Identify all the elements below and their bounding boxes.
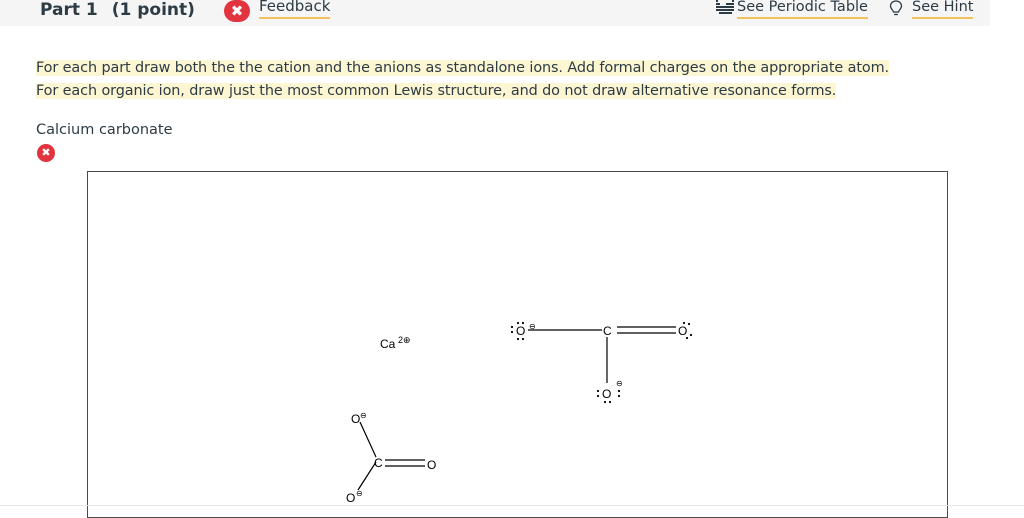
x-circle-icon: ✖ — [37, 144, 55, 162]
divider — [0, 505, 1024, 506]
lightbulb-icon — [889, 0, 903, 16]
points-label: (1 point) — [111, 0, 195, 20]
drawing-canvas[interactable]: Ca 2⊕ O ⊖ C O O ⊖ O ⊖ C O O ⊖ — [87, 171, 948, 518]
atom-c: C — [603, 324, 612, 338]
charge-o-bottom: ⊖ — [356, 489, 363, 498]
instructions: For each part draw both the the cation a… — [36, 57, 889, 103]
atom-o-top: O — [351, 412, 360, 426]
question-label: Calcium carbonate — [36, 122, 173, 138]
charge-o-top: ⊖ — [360, 411, 367, 420]
periodic-table-link[interactable]: See Periodic Table — [737, 0, 868, 19]
calcium-ion-symbol: Ca — [380, 337, 396, 351]
atom-o-right: O — [678, 324, 687, 338]
structure-drawing: Ca 2⊕ O ⊖ C O O ⊖ O ⊖ C O O ⊖ — [346, 321, 693, 505]
instruction-line-2: For each organic ion, draw just the most… — [36, 83, 837, 99]
bond-c-o-top — [359, 421, 377, 458]
atom-o-right: O — [427, 458, 436, 472]
charge-o-left: ⊖ — [529, 322, 536, 331]
atom-o-bottom: O — [602, 387, 611, 401]
atom-o-bottom: O — [346, 491, 355, 505]
instruction-line-1: For each part draw both the the cation a… — [36, 60, 890, 76]
feedback-link[interactable]: Feedback — [259, 0, 331, 19]
hint-link[interactable]: See Hint — [912, 0, 974, 19]
part-label: Part 1 — [40, 0, 98, 20]
calcium-ion-charge: 2⊕ — [398, 335, 411, 345]
periodic-table-icon — [716, 0, 734, 14]
x-circle-icon: ✖ — [224, 0, 250, 22]
atom-o-left: O — [516, 324, 525, 338]
part-title: Part 1 (1 point) — [40, 0, 195, 20]
atom-c: C — [374, 456, 383, 470]
charge-o-bottom: ⊖ — [616, 379, 623, 388]
